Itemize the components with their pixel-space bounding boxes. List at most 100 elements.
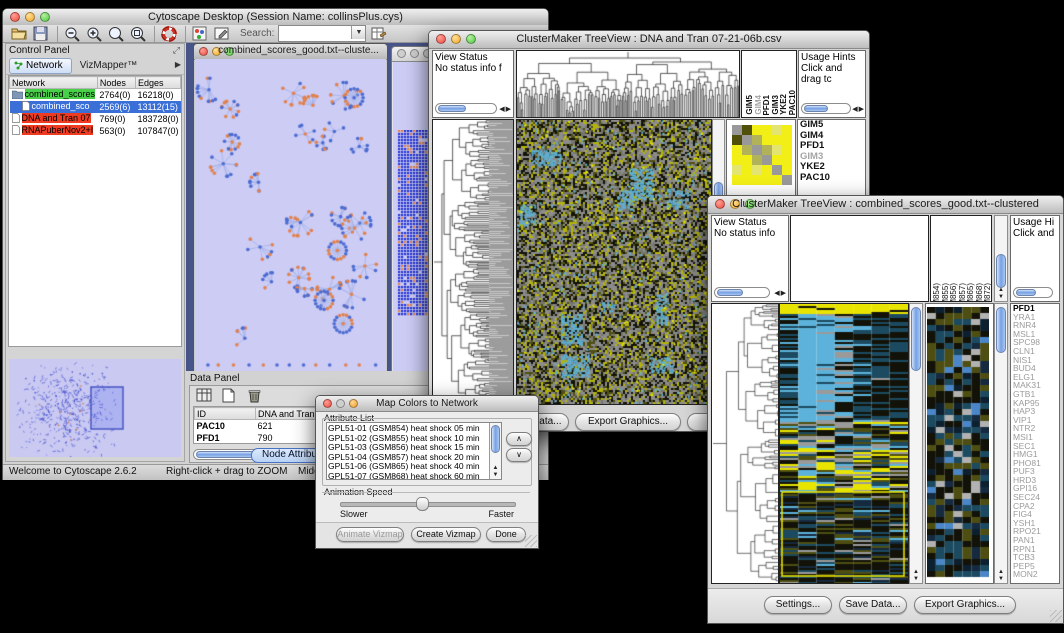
matrix-cell[interactable] <box>772 125 782 135</box>
delete-attribute-icon[interactable] <box>248 388 266 404</box>
scroll-arrows[interactable]: ▲▼ <box>995 287 1007 301</box>
vizmapper-icon[interactable] <box>192 26 210 42</box>
speed-slider-thumb[interactable] <box>416 497 429 511</box>
tv1-column-dendrogram[interactable] <box>516 50 740 118</box>
tv1-column-labels[interactable]: GIM5GIM4PFD1GIM3YKE2PAC10 <box>741 50 797 118</box>
matrix-cell[interactable] <box>772 175 782 185</box>
matrix-cell[interactable] <box>742 155 752 165</box>
zoom-in-icon[interactable] <box>86 26 104 42</box>
tv2-settings-button[interactable]: Settings... <box>764 596 832 614</box>
tv2-save-data-button[interactable]: Save Data... <box>839 596 907 614</box>
resize-grip[interactable] <box>525 535 537 547</box>
help-lifesaver-icon[interactable] <box>161 26 179 42</box>
move-down-button[interactable]: ∨ <box>506 448 532 462</box>
matrix-cell[interactable] <box>742 165 752 175</box>
save-icon[interactable] <box>33 26 51 42</box>
matrix-cell[interactable] <box>762 145 772 155</box>
open-file-icon[interactable] <box>11 26 29 42</box>
tv2-heatmap-vscrollbar[interactable]: ▲▼ <box>909 303 923 584</box>
network-row[interactable]: DNA and Tran 07769(0)183728(0) <box>10 113 181 125</box>
float-panel-icon[interactable]: ⤢ <box>173 45 180 56</box>
attribute-list-vscrollbar[interactable]: ▲▼ <box>489 423 501 479</box>
tab-overflow-arrow[interactable]: ▶ <box>175 60 181 69</box>
scroll-arrows[interactable]: ▲▼ <box>995 569 1007 583</box>
tv2-column-dendrogram[interactable] <box>790 215 929 302</box>
matrix-cell[interactable] <box>782 165 792 175</box>
network-graph-view[interactable] <box>195 59 386 372</box>
scroll-arrows[interactable]: ▲▼ <box>910 569 922 583</box>
matrix-cell[interactable] <box>772 135 782 145</box>
minimize-button[interactable] <box>410 49 419 58</box>
col-nodes[interactable]: Nodes <box>97 77 135 89</box>
usage-hints-hscrollbar[interactable] <box>1013 287 1053 298</box>
scroll-arrows[interactable]: ◀▶ <box>852 105 865 113</box>
row-label[interactable]: PFD1 <box>798 141 865 152</box>
search-dropdown-arrow[interactable]: ▼ <box>351 26 365 39</box>
matrix-cell[interactable] <box>732 175 742 185</box>
column-label[interactable]: GIM5 <box>745 95 754 115</box>
close-button[interactable] <box>199 47 208 56</box>
matrix-cell[interactable] <box>762 125 772 135</box>
tab-vizmapper[interactable]: VizMapper™ <box>72 60 146 71</box>
matrix-cell[interactable] <box>742 125 752 135</box>
gene-label[interactable]: MON2 <box>1011 570 1059 579</box>
tv2-heatmap[interactable] <box>779 303 909 584</box>
matrix-cell[interactable] <box>752 135 762 145</box>
col-id[interactable]: ID <box>195 408 256 420</box>
col-edges[interactable]: Edges <box>135 77 180 89</box>
matrix-cell[interactable] <box>782 175 792 185</box>
network-overview-thumbnail[interactable] <box>9 359 181 457</box>
matrix-cell[interactable] <box>762 175 772 185</box>
tv2-gene-labels[interactable]: PFD1YRA1RNR4MSL1SPC98CLN1NIS1BUD4ELG1MAK… <box>1010 303 1060 584</box>
usage-hints-hscrollbar[interactable] <box>801 103 851 114</box>
done-button[interactable]: Done <box>486 527 526 542</box>
tab-network[interactable]: Network <box>9 58 72 74</box>
attribute-select-icon[interactable] <box>196 388 214 404</box>
column-label[interactable]: PFD1 <box>762 95 771 115</box>
attribute-list[interactable]: GPL51-01 (GSM854) heat shock 05 minGPL51… <box>326 422 502 480</box>
view-status-hscrollbar[interactable] <box>714 287 770 298</box>
matrix-cell[interactable] <box>782 125 792 135</box>
matrix-cell[interactable] <box>742 135 752 145</box>
resize-grip[interactable] <box>1050 610 1062 622</box>
tv2-row-dendrogram[interactable] <box>711 303 779 584</box>
row-label[interactable]: PAC10 <box>798 173 865 184</box>
matrix-cell[interactable] <box>742 175 752 185</box>
tv1-row-dendrogram[interactable] <box>432 119 514 405</box>
correlation-matrix[interactable] <box>732 125 792 185</box>
matrix-cell[interactable] <box>752 155 762 165</box>
tv2-collabel-vscrollbar[interactable]: ▲▼ <box>994 215 1008 302</box>
matrix-cell[interactable] <box>752 165 762 175</box>
column-label[interactable]: GPL51-06 (GSM865) <box>966 283 975 302</box>
new-attribute-icon[interactable] <box>222 388 240 404</box>
annotation-icon[interactable] <box>214 26 232 42</box>
matrix-cell[interactable] <box>782 155 792 165</box>
tv1-export-graphics-button[interactable]: Export Graphics... <box>575 413 681 431</box>
matrix-cell[interactable] <box>732 165 742 175</box>
column-label[interactable]: GPL51-03 (GSM856) <box>949 283 958 302</box>
matrix-cell[interactable] <box>732 135 742 145</box>
tv1-heatmap[interactable] <box>516 119 712 405</box>
network-view-window[interactable]: combined_scores_good.txt--cluste... <box>193 43 388 375</box>
matrix-cell[interactable] <box>732 125 742 135</box>
row-label[interactable]: YKE2 <box>798 162 865 173</box>
matrix-cell[interactable] <box>732 145 742 155</box>
tv2-column-labels[interactable]: GPL51-01 (GSM854)GPL51-02 (GSM855)GPL51-… <box>930 215 992 302</box>
tv2-genelist-vscrollbar[interactable]: ▲▼ <box>994 303 1008 584</box>
matrix-cell[interactable] <box>782 135 792 145</box>
attribute-editor-icon[interactable] <box>371 26 389 42</box>
network-row[interactable]: RNAPuberNov2+I563(0)107847(0) <box>10 125 181 137</box>
matrix-cell[interactable] <box>772 165 782 175</box>
scroll-arrows[interactable]: ▲▼ <box>490 465 501 479</box>
matrix-cell[interactable] <box>732 155 742 165</box>
matrix-cell[interactable] <box>762 135 772 145</box>
zoom-selected-icon[interactable] <box>130 26 148 42</box>
attribute-list-item[interactable]: GPL51-07 (GSM868) heat shock 60 min <box>328 472 488 480</box>
matrix-cell[interactable] <box>782 145 792 155</box>
col-network[interactable]: Network <box>10 77 98 89</box>
zoom-fit-icon[interactable] <box>108 26 126 42</box>
scroll-arrows[interactable]: ◀▶ <box>499 105 512 113</box>
matrix-cell[interactable] <box>762 165 772 175</box>
matrix-cell[interactable] <box>772 155 782 165</box>
matrix-cell[interactable] <box>752 175 762 185</box>
